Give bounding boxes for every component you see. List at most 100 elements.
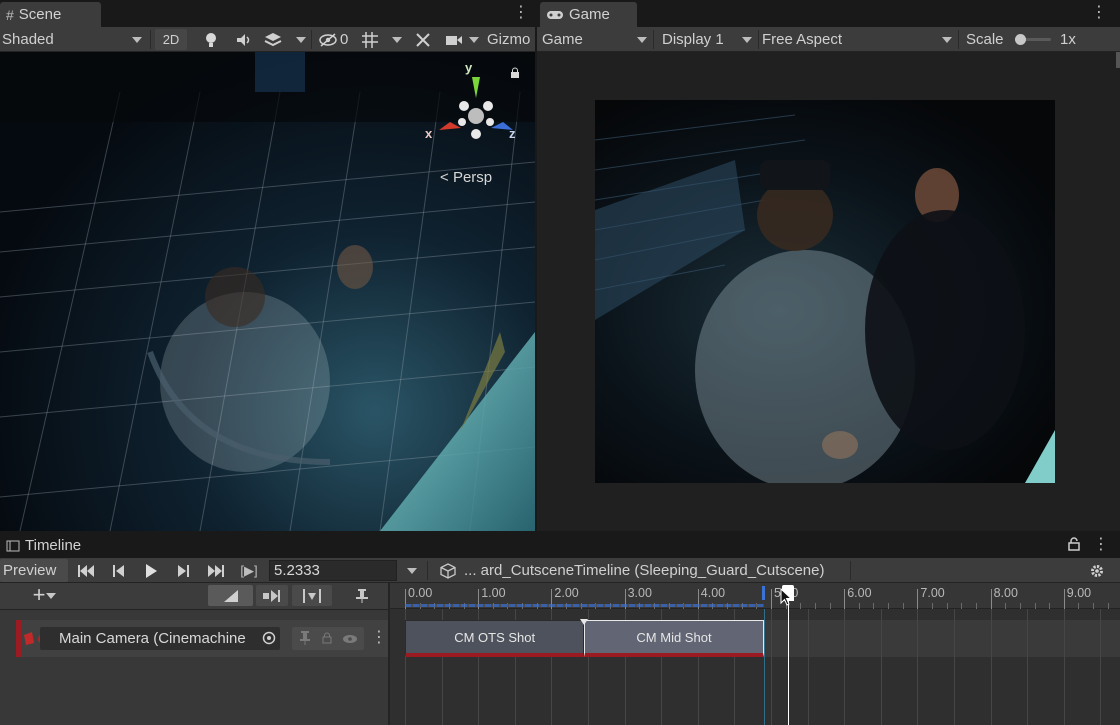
- current-time-field[interactable]: 5.2333: [269, 560, 397, 581]
- ruler-minor-tick: [873, 603, 875, 609]
- scale-slider-thumb[interactable]: [1014, 34, 1026, 45]
- effects-dropdown-chevron-icon[interactable]: [296, 37, 306, 43]
- timeline-menu-icon[interactable]: ⋮: [1093, 537, 1109, 553]
- ruler-minor-tick: [946, 603, 948, 609]
- ruler-minor-tick: [1005, 603, 1007, 609]
- time-ruler[interactable]: 0.001.002.003.004.005.006.007.008.009.00: [390, 583, 1120, 609]
- ruler-major-tick: [771, 589, 772, 609]
- track-toolbar: +: [0, 582, 388, 610]
- scene-menu-icon[interactable]: ⋮: [513, 5, 529, 21]
- axis-z-label: z: [509, 126, 516, 141]
- scale-slider-track[interactable]: [1014, 34, 1051, 45]
- clip-range-strip: [405, 604, 764, 607]
- hidden-count: 0: [340, 31, 349, 48]
- game-frame-image: [595, 114, 1055, 483]
- game-menu-icon[interactable]: ⋮: [1091, 5, 1107, 21]
- object-picker-icon[interactable]: [262, 631, 276, 645]
- track-mute-icon[interactable]: [342, 634, 358, 644]
- time-gridline: [771, 609, 772, 725]
- grid-toggle[interactable]: [356, 29, 384, 50]
- game-scrollbar[interactable]: [1116, 52, 1120, 68]
- mouse-cursor-icon: [780, 587, 793, 609]
- play-range-button[interactable]: [▶]: [235, 560, 263, 581]
- scene-viewport[interactable]: y x z < Persp: [0, 52, 535, 531]
- divider: [958, 30, 959, 49]
- display-dropdown[interactable]: Display 1: [662, 28, 757, 51]
- ruler-major-tick: [917, 589, 919, 609]
- tools-toggle[interactable]: [410, 29, 436, 50]
- scene-tabstrip: # Scene ⋮: [0, 0, 535, 27]
- tab-game[interactable]: Game: [540, 2, 637, 27]
- pin-button[interactable]: [348, 585, 376, 606]
- hidden-objects-toggle[interactable]: 0: [315, 29, 356, 50]
- view-mode-label: Game: [542, 31, 583, 48]
- axis-y-label: y: [465, 60, 473, 75]
- ruler-minor-tick: [1049, 603, 1051, 609]
- gamepad-icon: [547, 10, 563, 19]
- divider: [653, 30, 654, 49]
- track-binding-field[interactable]: Main Camera (Cinemachine: [40, 627, 280, 650]
- toggle-2d-button[interactable]: 2D: [155, 29, 187, 50]
- divider: [150, 30, 151, 49]
- gizmos-label: Gizmo: [487, 31, 531, 48]
- lightbulb-icon: [206, 32, 216, 47]
- track-pin-icon[interactable]: [300, 631, 310, 645]
- lock-icon[interactable]: [510, 67, 520, 79]
- grid-icon: #: [6, 6, 14, 23]
- grid-dropdown-chevron-icon[interactable]: [392, 37, 402, 43]
- shading-mode-dropdown[interactable]: Shaded: [2, 28, 147, 51]
- view-mode-dropdown[interactable]: Game: [542, 28, 652, 51]
- shading-mode-label: Shaded: [2, 31, 54, 48]
- timeline-clip[interactable]: CM OTS Shot: [405, 620, 585, 657]
- ease-toggle-button[interactable]: [208, 585, 253, 606]
- tab-timeline[interactable]: Timeline: [0, 533, 98, 558]
- camera-dropdown-chevron-icon[interactable]: [469, 37, 479, 43]
- chevron-down-icon: [46, 593, 56, 599]
- ruler-major-tick: [990, 589, 992, 609]
- camera-settings-button[interactable]: [441, 29, 467, 50]
- preview-toggle-button[interactable]: Preview: [0, 559, 68, 582]
- play-button[interactable]: [138, 560, 164, 581]
- aspect-label: Free Aspect: [762, 31, 843, 48]
- goto-start-button[interactable]: [72, 560, 100, 581]
- aspect-dropdown[interactable]: Free Aspect: [762, 28, 957, 51]
- gizmos-dropdown[interactable]: Gizmo: [487, 28, 535, 51]
- previous-frame-button[interactable]: [106, 560, 132, 581]
- tab-game-label: Game: [569, 6, 610, 23]
- add-track-button[interactable]: +: [18, 582, 60, 607]
- ruler-minor-tick: [902, 603, 904, 609]
- ruler-minor-tick: [1093, 603, 1095, 609]
- timeline-asset-dropdown-icon[interactable]: [407, 568, 417, 574]
- track-row-main-camera[interactable]: Main Camera (Cinemachine ⋮: [16, 620, 388, 657]
- scale-value: 1x: [1060, 31, 1076, 48]
- scale-label: Scale: [966, 31, 1004, 48]
- game-tabstrip: Game ⋮: [537, 0, 1120, 27]
- track-options-group: [292, 627, 364, 650]
- next-frame-button[interactable]: [170, 560, 196, 581]
- goto-end-button[interactable]: [202, 560, 230, 581]
- step-back-icon: [113, 564, 124, 577]
- timeline-asset-breadcrumb[interactable]: ... ard_CutsceneTimeline (Sleeping_Guard…: [440, 559, 824, 582]
- playhead-line[interactable]: [788, 600, 790, 725]
- lock-icon[interactable]: [1068, 537, 1080, 551]
- time-gridline: [1063, 609, 1065, 725]
- display-label: Display 1: [662, 31, 724, 48]
- ripple-edit-button[interactable]: [256, 585, 288, 606]
- audio-toggle[interactable]: [231, 29, 257, 50]
- play-range-icon: [▶]: [240, 562, 258, 578]
- timeline-clip[interactable]: CM Mid Shot: [584, 620, 764, 657]
- lighting-toggle[interactable]: [193, 29, 229, 50]
- replace-edit-button[interactable]: [292, 585, 332, 606]
- ruler-minor-tick: [1019, 603, 1021, 609]
- speaker-icon: [237, 33, 250, 46]
- time-gridline: [844, 609, 846, 725]
- ruler-minor-tick: [975, 603, 977, 609]
- effects-toggle[interactable]: [259, 29, 287, 50]
- ruler-minor-tick: [829, 603, 831, 609]
- track-lock-icon[interactable]: [322, 632, 332, 644]
- projection-toggle[interactable]: < Persp: [440, 169, 492, 186]
- timeline-settings-button[interactable]: [1084, 560, 1110, 581]
- track-menu-icon[interactable]: ⋮: [371, 630, 387, 646]
- tab-scene[interactable]: # Scene: [0, 2, 101, 27]
- time-gridline: [880, 609, 882, 725]
